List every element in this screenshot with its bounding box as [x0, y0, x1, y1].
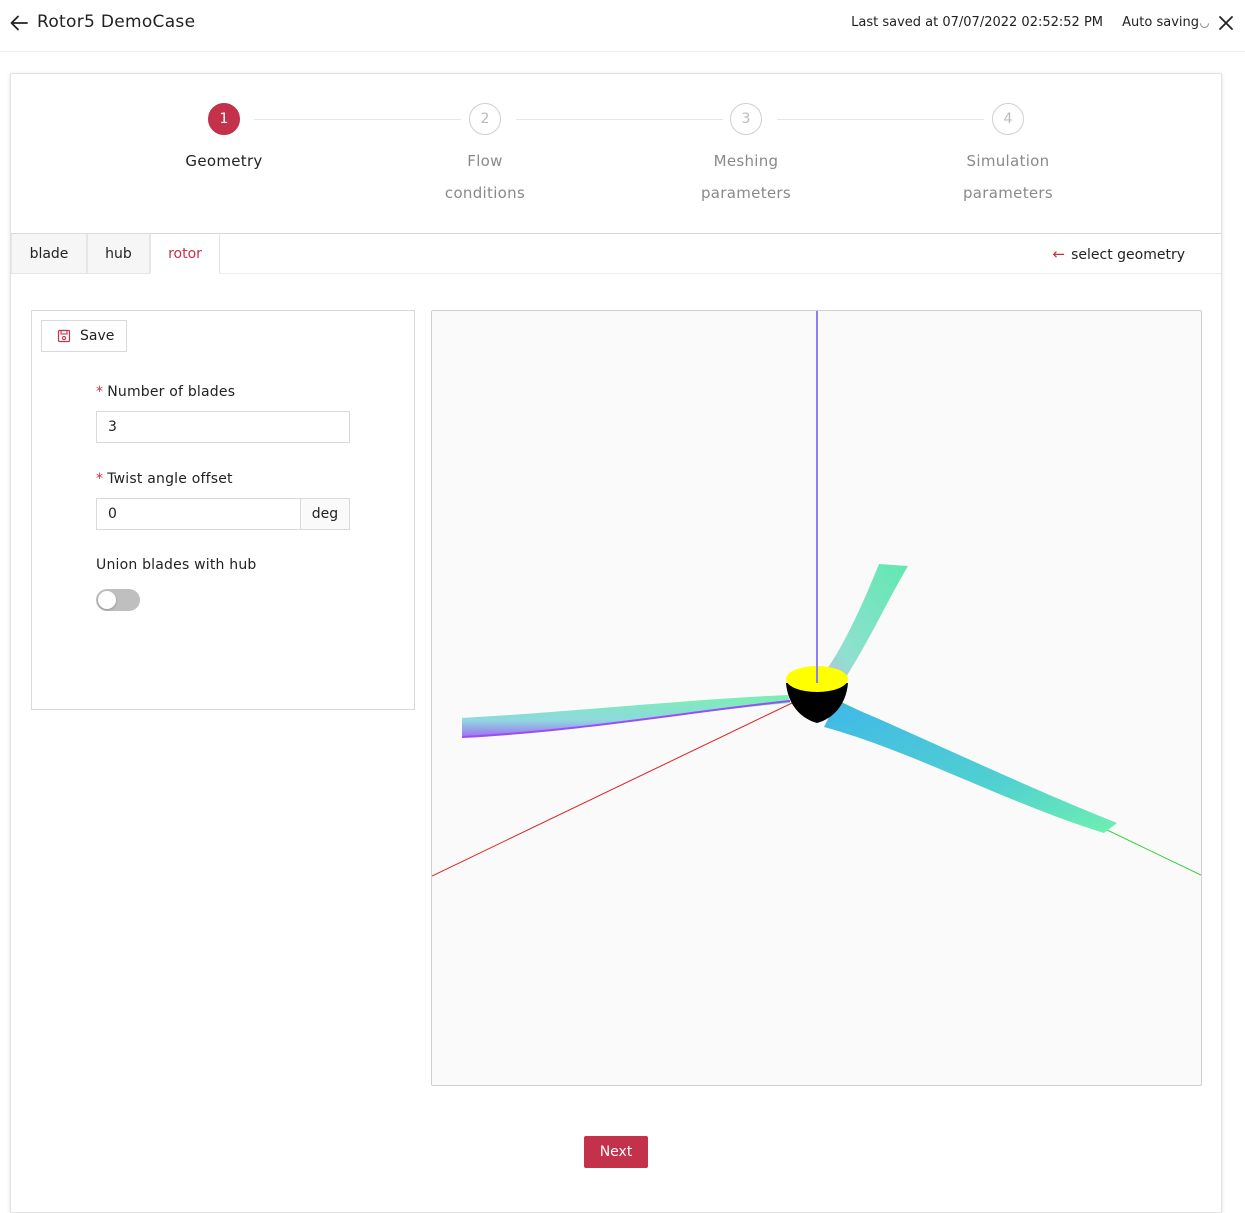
- rotor-3d-render[interactable]: [432, 311, 1202, 1086]
- step-label: Simulation parameters: [908, 145, 1108, 209]
- step-label-line: Geometry: [185, 152, 263, 170]
- step-number: 1: [208, 103, 240, 135]
- select-geometry-link[interactable]: ← select geometry: [1053, 234, 1185, 274]
- required-mark: *: [96, 471, 104, 487]
- top-bar: Rotor5 DemoCase Last saved at 07/07/2022…: [0, 0, 1245, 52]
- auto-saving-label: Auto saving: [1122, 15, 1199, 30]
- blade-right: [824, 701, 1117, 833]
- close-icon[interactable]: [1215, 12, 1237, 34]
- step-geometry[interactable]: 1 Geometry: [124, 103, 324, 177]
- step-simulation-parameters[interactable]: 4 Simulation parameters: [908, 103, 1108, 209]
- step-label-line: Flow: [467, 152, 503, 170]
- blade-left: [462, 695, 790, 737]
- step-label-line: Simulation: [966, 152, 1050, 170]
- toggle-knob: [98, 591, 116, 609]
- select-geometry-label: select geometry: [1071, 247, 1185, 263]
- tab-hub[interactable]: hub: [87, 234, 150, 274]
- twist-angle-group: 0 deg: [96, 498, 350, 530]
- step-label: Flow conditions: [385, 145, 585, 209]
- step-number: 2: [469, 103, 501, 135]
- arrow-left-icon[interactable]: [8, 12, 30, 34]
- step-label-line: parameters: [700, 184, 791, 202]
- blades-label-row: * Number of blades: [96, 384, 235, 400]
- next-button[interactable]: Next: [584, 1136, 648, 1168]
- step-label: Meshing parameters: [646, 145, 846, 209]
- step-number: 3: [730, 103, 762, 135]
- blades-label: Number of blades: [107, 384, 236, 400]
- geometry-3d-viewer[interactable]: [431, 310, 1202, 1086]
- union-label: Union blades with hub: [96, 557, 257, 573]
- app-title: Rotor5 DemoCase: [37, 12, 196, 32]
- twist-angle-input[interactable]: 0: [97, 499, 301, 529]
- rotor-form-panel: Save * Number of blades 3 * Twist angle of…: [31, 310, 415, 710]
- step-label: Geometry: [124, 145, 324, 177]
- union-blades-toggle[interactable]: [96, 589, 140, 611]
- twist-label: Twist angle offset: [107, 471, 233, 487]
- arrow-left-icon: ←: [1052, 245, 1066, 263]
- step-meshing-parameters[interactable]: 3 Meshing parameters: [646, 103, 846, 209]
- save-icon: [57, 329, 71, 343]
- last-saved-text: Last saved at 07/07/2022 02:52:52 PM: [851, 15, 1103, 30]
- tab-blade[interactable]: blade: [11, 234, 87, 274]
- tabs-bar: blade hub rotor ← select geometry: [11, 234, 1221, 274]
- tab-rotor[interactable]: rotor: [150, 234, 220, 274]
- save-label: Save: [80, 328, 115, 344]
- step-label-line: parameters: [962, 184, 1053, 202]
- save-button[interactable]: Save: [41, 320, 127, 352]
- step-flow-conditions[interactable]: 2 Flow conditions: [385, 103, 585, 209]
- spinner-icon: [1198, 17, 1211, 30]
- number-of-blades-input[interactable]: 3: [96, 411, 350, 443]
- step-label-line: Meshing: [713, 152, 779, 170]
- twist-angle-unit: deg: [300, 499, 349, 529]
- stepper: 1 Geometry 2 Flow conditions 3 Meshing p…: [11, 74, 1221, 234]
- wizard-card: 1 Geometry 2 Flow conditions 3 Meshing p…: [10, 73, 1222, 1213]
- required-mark: *: [96, 384, 104, 400]
- step-label-line: conditions: [444, 184, 526, 202]
- step-number: 4: [992, 103, 1024, 135]
- twist-label-row: * Twist angle offset: [96, 471, 233, 487]
- auto-saving-status: Auto saving: [1122, 15, 1211, 30]
